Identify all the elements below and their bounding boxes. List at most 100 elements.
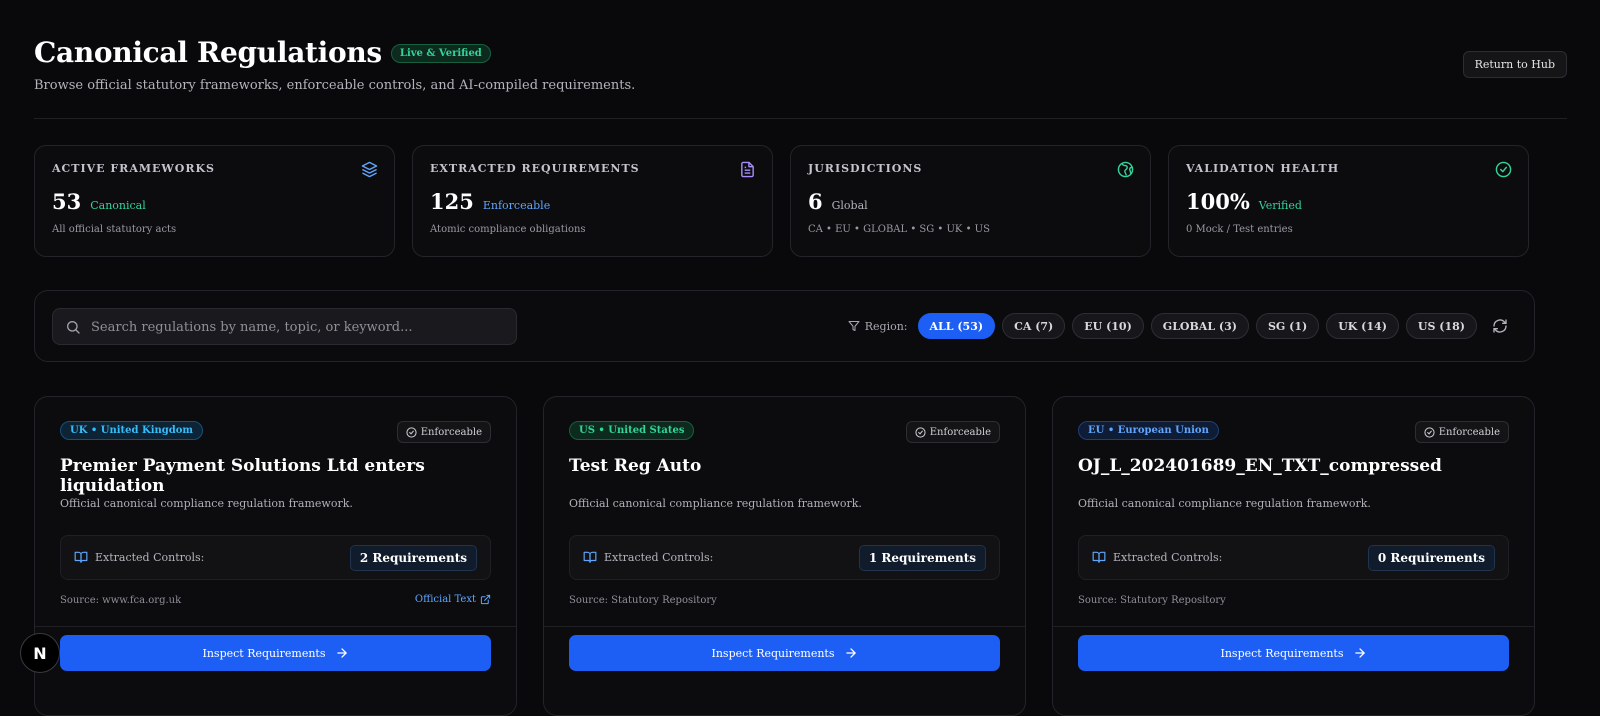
page-title: Canonical Regulations [34,36,382,69]
stat-tag: Enforceable [482,199,551,212]
stat-note: All official statutory acts [52,224,177,235]
refresh-icon[interactable] [1492,317,1510,335]
stat-card-extracted-requirements: EXTRACTED REQUIREMENTS 125 Enforceable A… [412,145,773,257]
controls-label-text: Extracted Controls: [95,550,205,564]
extracted-controls: Extracted Controls: 1 Requirements [569,535,1000,580]
card-source: Source: www.fca.org.uk [60,595,182,606]
globe-icon [1117,161,1134,178]
stat-label: EXTRACTED REQUIREMENTS [430,162,640,175]
enforceable-badge: Enforceable [1414,421,1509,443]
page-header: Canonical Regulations Live & Verified Br… [34,0,1567,119]
stat-tag: Global [831,199,868,212]
card-title: Premier Payment Solutions Ltd enters liq… [60,456,425,496]
stat-label: JURISDICTIONS [808,162,923,175]
controls-label: Extracted Controls: [583,550,713,564]
check-circle-icon [915,426,926,438]
stat-note: CA • EU • GLOBAL • SG • UK • US [808,224,990,235]
requirements-count: 2 Requirements [349,545,477,571]
document-icon [741,161,754,178]
stat-card-validation-health: VALIDATION HEALTH 100% Verified 0 Mock /… [1168,145,1529,257]
card-source: Source: Statutory Repository [1078,595,1226,606]
official-text-link[interactable]: Official Text [415,594,491,605]
layers-icon [361,161,378,178]
official-text-label: Official Text [414,594,476,605]
stat-value: 6 [808,189,823,214]
inspect-requirements-button[interactable]: Inspect Requirements [1078,635,1509,671]
stat-value: 125 [430,189,474,214]
region-chip-eu[interactable]: EU (10) [1072,313,1144,339]
region-chip-sg[interactable]: SG (1) [1255,313,1320,339]
card-divider [544,626,1025,627]
controls-label: Extracted Controls: [74,550,204,564]
page-subtitle: Browse official statutory frameworks, en… [34,78,636,93]
book-icon [1092,551,1106,563]
search-input[interactable] [89,309,513,346]
inspect-requirements-button[interactable]: Inspect Requirements [60,635,491,671]
stat-tag: Verified [1258,199,1302,212]
requirements-count: 1 Requirements [858,545,986,571]
regulation-card: US • United States Enforceable Test Reg … [543,396,1026,716]
check-circle-icon [406,426,417,438]
stats-row: ACTIVE FRAMEWORKS 53 Canonical All offic… [34,145,1529,257]
region-badge: EU • European Union [1078,421,1219,440]
stat-label: VALIDATION HEALTH [1186,162,1340,175]
extracted-controls: Extracted Controls: 0 Requirements [1078,535,1509,580]
region-chip-us[interactable]: US (18) [1405,313,1477,339]
check-circle-icon [1495,161,1512,178]
search-box [52,308,517,346]
region-chip-global[interactable]: GLOBAL (3) [1150,313,1249,339]
enforceable-label: Enforceable [1438,426,1500,438]
arrow-right-icon [336,648,347,658]
card-description: Official canonical compliance regulation… [60,497,353,510]
card-source: Source: Statutory Repository [569,595,717,606]
filter-bar: Region: ALL (53) CA (7) EU (10) GLOBAL (… [34,290,1535,362]
check-circle-icon [1424,426,1435,438]
region-label-text: Region: [864,319,908,333]
card-description: Official canonical compliance regulation… [1078,497,1371,510]
dev-tools-badge[interactable]: N [20,633,60,673]
extracted-controls: Extracted Controls: 2 Requirements [60,535,491,580]
stat-card-active-frameworks: ACTIVE FRAMEWORKS 53 Canonical All offic… [34,145,395,257]
return-to-hub-button[interactable]: Return to Hub [1462,51,1567,78]
title-row: Canonical Regulations Live & Verified [34,36,491,69]
page: Canonical Regulations Live & Verified Br… [34,0,1567,716]
arrow-right-icon [1354,648,1365,658]
inspect-button-label: Inspect Requirements [202,646,326,660]
stat-note: 0 Mock / Test entries [1186,224,1293,235]
regulation-card: EU • European Union Enforceable OJ_L_202… [1052,396,1535,716]
arrow-right-icon [845,648,856,658]
region-badge: US • United States [569,421,695,440]
region-filter: Region: ALL (53) CA (7) EU (10) GLOBAL (… [848,313,1510,339]
card-description: Official canonical compliance regulation… [569,497,862,510]
inspect-button-label: Inspect Requirements [711,646,835,660]
filter-icon [848,321,860,331]
inspect-button-label: Inspect Requirements [1220,646,1344,660]
requirements-count: 0 Requirements [1367,545,1495,571]
region-label: Region: [848,320,908,333]
stat-card-jurisdictions: JURISDICTIONS 6 Global CA • EU • GLOBAL … [790,145,1151,257]
enforceable-label: Enforceable [929,426,991,438]
book-icon [74,551,88,563]
card-divider [35,626,516,627]
book-icon [583,551,597,563]
controls-label-text: Extracted Controls: [604,550,714,564]
controls-label-text: Extracted Controls: [1113,550,1223,564]
external-link-icon [480,594,491,605]
regulation-card: UK • United Kingdom Enforceable Premier … [34,396,517,716]
controls-label: Extracted Controls: [1092,550,1222,564]
card-divider [1053,626,1534,627]
inspect-requirements-button[interactable]: Inspect Requirements [569,635,1000,671]
search-icon [67,321,80,334]
stat-tag: Canonical [90,199,146,212]
enforceable-badge: Enforceable [905,421,1000,443]
card-title: OJ_L_202401689_EN_TXT_compressed [1078,456,1442,476]
status-badge: Live & Verified [390,44,491,63]
stat-value: 100% [1186,189,1250,214]
region-chip-ca[interactable]: CA (7) [1002,313,1066,339]
region-chip-all[interactable]: ALL (53) [917,313,996,339]
enforceable-badge: Enforceable [396,421,491,443]
stat-label: ACTIVE FRAMEWORKS [52,162,215,175]
regulation-cards: UK • United Kingdom Enforceable Premier … [34,396,1535,716]
card-title: Test Reg Auto [569,456,702,476]
region-chip-uk[interactable]: UK (14) [1326,313,1399,339]
